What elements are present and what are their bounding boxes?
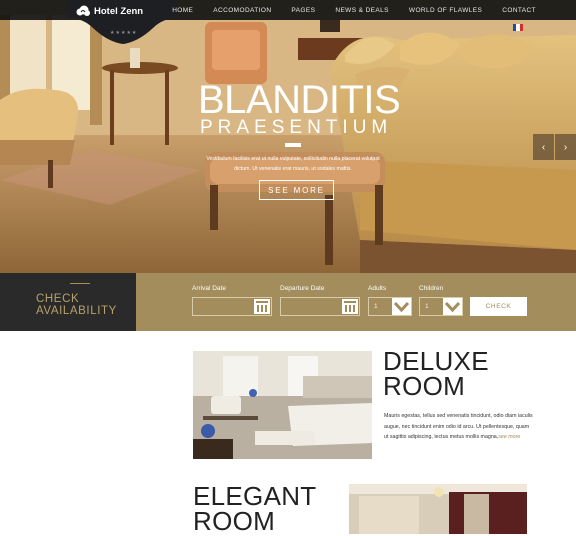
deluxe-room-description: Mauris egestas, tellus sed venenatis tin…	[384, 411, 534, 443]
nav-accomodation[interactable]: ACCOMODATION	[213, 7, 271, 14]
hotel-rating-stars: ★★★★★	[110, 30, 138, 36]
elegant-room-title-line2: ROOM	[193, 506, 276, 536]
nav-news-deals[interactable]: NEWS & DEALS	[335, 7, 389, 14]
adults-label: Adults	[368, 285, 387, 292]
nav-home[interactable]: HOME	[172, 7, 193, 14]
site-logo[interactable]: Hotel Zenn	[76, 4, 143, 18]
deluxe-room-see-more-link[interactable]: see more	[498, 434, 520, 440]
adults-value: 1	[374, 303, 378, 310]
arrival-date-input[interactable]	[192, 297, 272, 316]
calendar-icon[interactable]	[254, 299, 270, 314]
elegant-room-title: ELEGANT ROOM	[193, 483, 316, 536]
elegant-room-image[interactable]	[349, 484, 527, 534]
deluxe-room-title-line2: ROOM	[383, 371, 466, 401]
departure-date-input[interactable]	[280, 297, 360, 316]
adults-select[interactable]: 1	[368, 297, 412, 316]
nav-world-of-flawles[interactable]: WORLD OF FLAWLES	[409, 7, 482, 14]
children-select[interactable]: 1	[419, 297, 463, 316]
deluxe-room-title: DELUXE ROOM	[383, 348, 489, 401]
booking-title-panel: CHECK AVAILABILITY	[0, 273, 136, 331]
arrival-date-label: Arrival Date	[192, 285, 226, 292]
hero-subtitle: PRAESENTIUM	[200, 117, 393, 138]
deluxe-room-image[interactable]	[193, 351, 372, 459]
children-value: 1	[425, 303, 429, 310]
nav-pages[interactable]: PAGES	[291, 7, 315, 14]
nav-contact[interactable]: CONTACT	[502, 7, 536, 14]
booking-bar: CHECK AVAILABILITY Arrival Date Departur…	[0, 273, 576, 331]
site-name: Hotel Zenn	[94, 5, 144, 17]
check-availability-button[interactable]: CHECK	[470, 297, 527, 316]
hero-see-more-button[interactable]: SEE MORE	[259, 180, 334, 200]
french-flag-icon[interactable]	[513, 24, 523, 31]
hero-divider	[285, 143, 301, 147]
calendar-icon[interactable]	[342, 299, 358, 314]
slider-prev-button[interactable]: ‹	[533, 134, 554, 160]
booking-title-line2: AVAILABILITY	[36, 305, 117, 317]
main-nav: HOME ACCOMODATION PAGES NEWS & DEALS WOR…	[172, 0, 536, 20]
slider-next-button[interactable]: ›	[555, 134, 576, 160]
children-label: Children	[419, 285, 444, 292]
booking-title-line	[70, 283, 90, 284]
slider-controls: ‹ ›	[533, 134, 576, 160]
cloud-logo-icon	[76, 5, 90, 16]
hero-title: BLANDITIS	[198, 78, 401, 122]
chevron-down-icon[interactable]	[392, 298, 411, 315]
departure-date-label: Departure Date	[280, 285, 325, 292]
booking-title: CHECK AVAILABILITY	[36, 293, 117, 317]
booking-title-line1: CHECK	[36, 293, 80, 305]
hero-slider: Hotel Zenn ★★★★★ HOME ACCOMODATION PAGES…	[0, 0, 576, 273]
chevron-down-icon[interactable]	[443, 298, 462, 315]
hero-description: Vestibulum facilisis erat ut nulla vulpu…	[206, 156, 380, 172]
